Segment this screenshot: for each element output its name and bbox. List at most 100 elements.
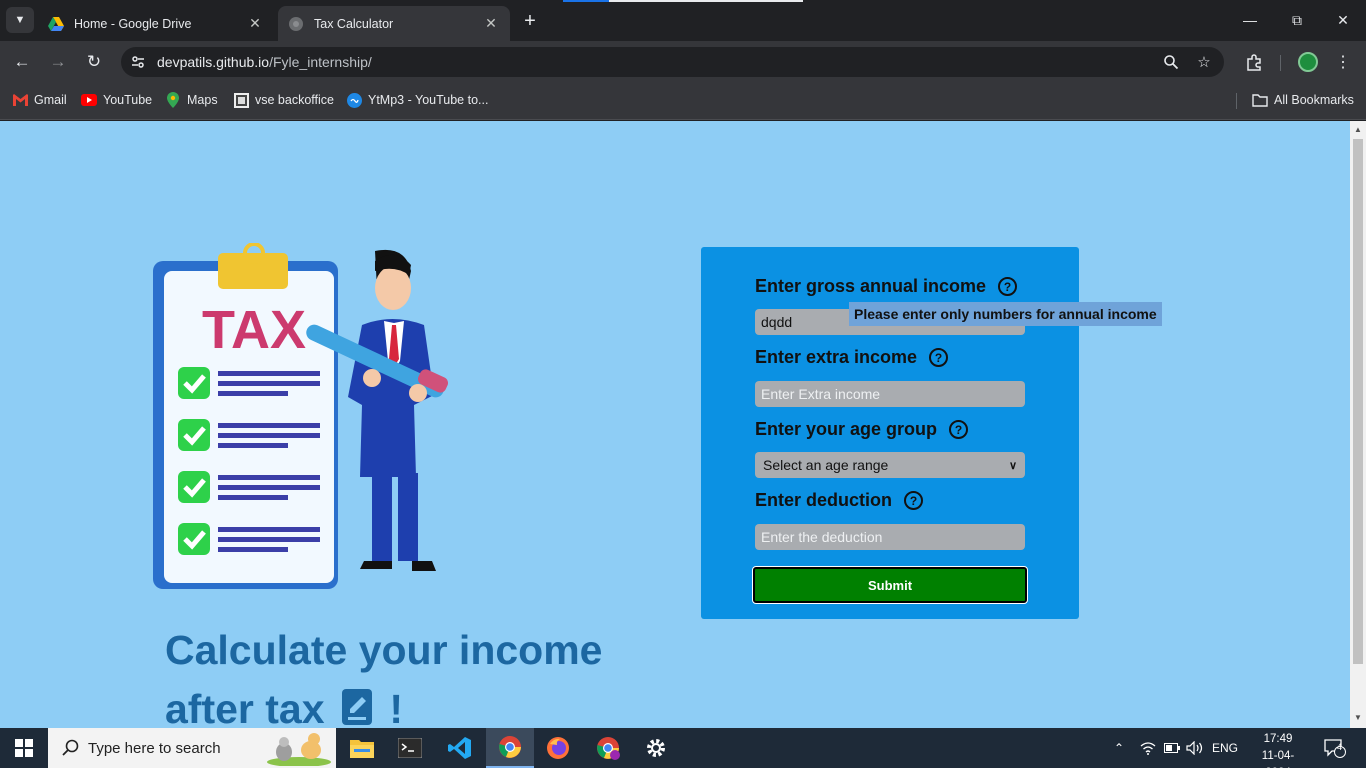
bookmarks-bar: Gmail YouTube Maps vse backoffice YtMp3 … bbox=[0, 83, 1366, 120]
headline-line-2: after tax ! bbox=[165, 680, 602, 728]
folder-icon bbox=[1252, 92, 1268, 108]
taskbar-clock[interactable]: 17:49 11-04-2024 bbox=[1250, 731, 1306, 768]
google-drive-icon bbox=[48, 16, 64, 31]
chevron-down-icon: ∨ bbox=[1008, 459, 1017, 472]
age-group-label: Enter your age group ? bbox=[755, 419, 969, 440]
restore-icon[interactable]: ⧉ bbox=[1285, 8, 1309, 32]
site-info-icon[interactable] bbox=[129, 53, 147, 71]
chrome-taskbar-icon[interactable] bbox=[486, 728, 534, 768]
headline-line-1: Calculate your income bbox=[165, 627, 603, 673]
scrollbar-thumb[interactable] bbox=[1353, 139, 1363, 664]
vscode-taskbar-icon[interactable] bbox=[436, 728, 484, 768]
bookmark-label: All Bookmarks bbox=[1274, 93, 1354, 107]
tax-clipboard-illustration: TAX bbox=[153, 243, 449, 589]
bookmark-label: vse backoffice bbox=[255, 93, 334, 107]
page-scrollbar[interactable]: ▲ ▼ bbox=[1350, 121, 1366, 728]
ytmp3-icon bbox=[346, 92, 362, 108]
age-group-select[interactable]: Select an age range ∨ bbox=[755, 452, 1025, 478]
forward-icon[interactable]: → bbox=[45, 49, 71, 75]
deduction-input[interactable]: Enter the deduction bbox=[755, 524, 1025, 550]
toolbar-divider bbox=[1280, 55, 1281, 71]
extensions-icon[interactable] bbox=[1242, 50, 1266, 74]
taskbar-search[interactable]: Type here to search bbox=[48, 728, 336, 768]
show-hidden-icons-chevron-up-icon[interactable]: ⌃ bbox=[1114, 728, 1124, 768]
url-host: devpatils.github.io bbox=[157, 54, 270, 70]
close-tab-icon[interactable]: ✕ bbox=[246, 15, 264, 33]
extra-income-input[interactable]: Enter Extra income bbox=[755, 381, 1025, 407]
tab-title: Tax Calculator bbox=[314, 16, 394, 31]
wifi-icon[interactable] bbox=[1140, 728, 1156, 768]
bookmark-vse-backoffice[interactable]: vse backoffice bbox=[233, 92, 334, 108]
submit-button[interactable]: Submit bbox=[753, 567, 1027, 603]
page-content: TAX Calculate your income after tax ! En… bbox=[0, 121, 1350, 728]
search-placeholder: Type here to search bbox=[88, 739, 221, 757]
url-text[interactable]: devpatils.github.io/Fyle_internship/ bbox=[157, 54, 372, 70]
notification-count: 4 bbox=[1337, 742, 1343, 752]
bookmarks-divider bbox=[1236, 93, 1237, 109]
new-tab-button[interactable]: + bbox=[518, 9, 542, 33]
bookmark-label: YouTube bbox=[103, 93, 153, 107]
scroll-up-icon[interactable]: ▲ bbox=[1354, 125, 1362, 134]
chevron-down-icon: ▼ bbox=[14, 14, 26, 26]
tab-strip: ▼ Home - Google Drive ✕ Tax Calculator ✕… bbox=[0, 0, 1366, 41]
extra-income-label-text: Enter extra income bbox=[755, 347, 918, 367]
file-explorer-taskbar-icon[interactable] bbox=[338, 728, 386, 768]
bookmark-ytmp3[interactable]: YtMp3 - YouTube to... bbox=[346, 92, 488, 108]
clock-date: 11-04-2024 bbox=[1261, 750, 1295, 768]
more-menu-icon[interactable]: ⋮ bbox=[1331, 50, 1355, 74]
windows-logo-icon bbox=[15, 739, 33, 757]
bookmark-label: Maps bbox=[187, 93, 218, 107]
gross-income-label-text: Enter gross annual income bbox=[755, 276, 987, 296]
bookmark-youtube[interactable]: YouTube bbox=[81, 92, 152, 108]
clock-time: 17:49 bbox=[1263, 733, 1293, 745]
settings-gear-taskbar-icon[interactable] bbox=[632, 728, 680, 768]
help-icon[interactable]: ? bbox=[904, 491, 924, 510]
validation-tooltip: Please enter only numbers for annual inc… bbox=[849, 302, 1162, 326]
bookmark-star-icon[interactable]: ☆ bbox=[1194, 52, 1214, 72]
windows-taskbar: Type here to search ⌃ ENG 17:49 11-04- 4 bbox=[0, 728, 1366, 768]
chrome-profile-taskbar-icon[interactable] bbox=[584, 728, 632, 768]
bookmark-gmail[interactable]: Gmail bbox=[12, 92, 67, 108]
help-icon[interactable]: ? bbox=[929, 348, 949, 367]
back-icon[interactable]: ← bbox=[9, 49, 35, 75]
tab-google-drive[interactable]: Home - Google Drive ✕ bbox=[38, 6, 274, 41]
firefox-taskbar-icon[interactable] bbox=[534, 728, 582, 768]
bookmark-all-bookmarks[interactable]: All Bookmarks bbox=[1252, 92, 1354, 108]
reload-icon[interactable]: ↻ bbox=[81, 49, 107, 75]
search-icon bbox=[62, 739, 79, 756]
scroll-down-icon[interactable]: ▼ bbox=[1354, 713, 1362, 722]
search-highlight-illustration bbox=[267, 733, 331, 766]
language-indicator[interactable]: ENG bbox=[1212, 728, 1238, 768]
youtube-icon bbox=[81, 92, 97, 108]
headline-text: after tax bbox=[165, 686, 325, 728]
help-icon[interactable]: ? bbox=[949, 420, 969, 439]
minimize-icon[interactable]: — bbox=[1238, 8, 1262, 32]
bookmark-label: Gmail bbox=[34, 93, 67, 107]
url-path: /Fyle_internship/ bbox=[269, 54, 372, 70]
bookmark-label: YtMp3 - YouTube to... bbox=[368, 93, 489, 107]
browser-toolbar: ← → ↻ devpatils.github.io/Fyle_internshi… bbox=[0, 41, 1366, 83]
bookmark-maps[interactable]: Maps bbox=[165, 92, 218, 108]
gmail-icon bbox=[12, 92, 28, 108]
volume-icon[interactable] bbox=[1186, 728, 1204, 768]
tab-search-button[interactable]: ▼ bbox=[6, 7, 34, 33]
close-window-icon[interactable]: ✕ bbox=[1331, 8, 1355, 32]
help-icon[interactable]: ? bbox=[998, 277, 1018, 296]
zoom-icon[interactable] bbox=[1161, 52, 1181, 72]
loading-indicator bbox=[563, 0, 803, 2]
headline-exclamation: ! bbox=[389, 686, 403, 728]
battery-icon[interactable] bbox=[1164, 728, 1180, 768]
extra-income-label: Enter extra income ? bbox=[755, 347, 949, 368]
address-bar[interactable]: devpatils.github.io/Fyle_internship/ ☆ bbox=[121, 47, 1224, 77]
gross-income-value: dqdd bbox=[761, 314, 793, 330]
notification-center-icon[interactable]: 4 bbox=[1324, 728, 1346, 768]
close-tab-icon[interactable]: ✕ bbox=[482, 15, 500, 33]
windows-start-button[interactable] bbox=[0, 728, 48, 768]
age-group-selected: Select an age range bbox=[763, 457, 889, 473]
profile-avatar[interactable] bbox=[1298, 52, 1318, 72]
vse-icon bbox=[233, 92, 249, 108]
tab-tax-calculator[interactable]: Tax Calculator ✕ bbox=[278, 6, 510, 41]
terminal-taskbar-icon[interactable] bbox=[386, 728, 434, 768]
maps-pin-icon bbox=[165, 92, 181, 108]
illustration-tax-text: TAX bbox=[202, 300, 306, 360]
